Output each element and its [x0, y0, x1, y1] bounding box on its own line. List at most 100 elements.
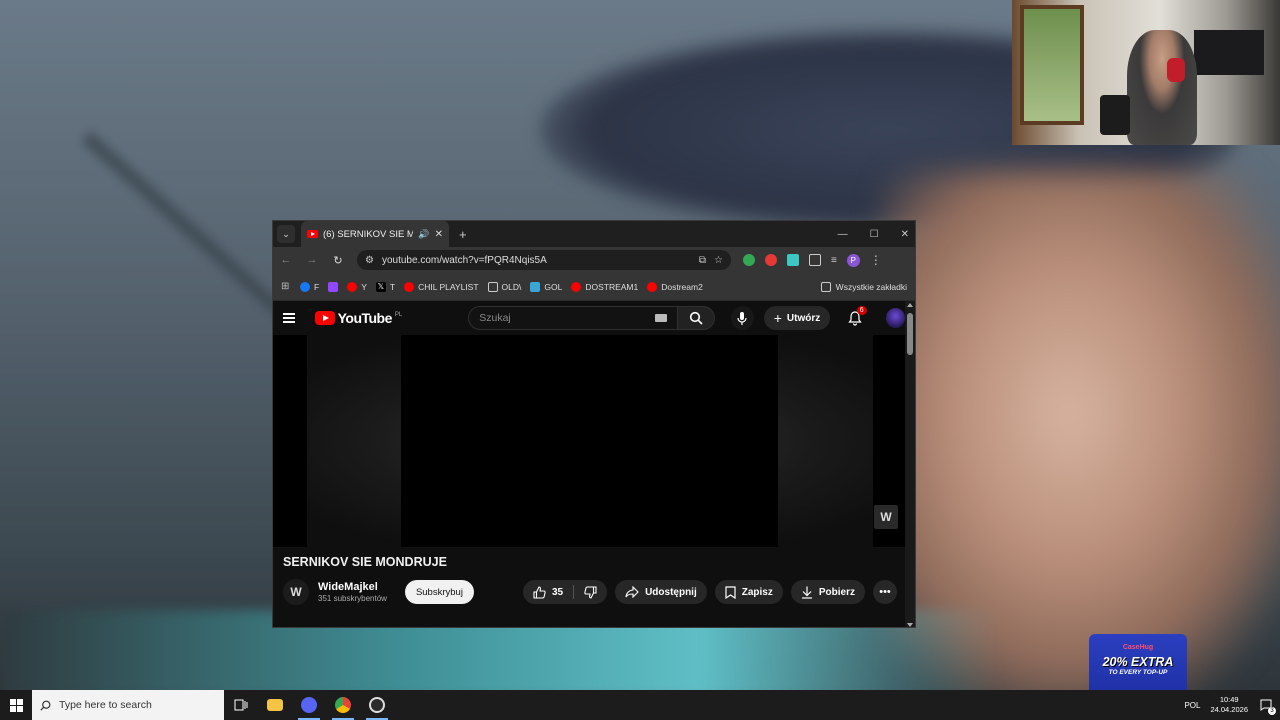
download-button[interactable]: Pobierz [790, 580, 865, 604]
ad-brand: CaseHug [1122, 644, 1154, 651]
task-view-icon[interactable] [224, 690, 258, 720]
shield-extension-icon[interactable] [743, 254, 755, 266]
install-app-icon[interactable]: ⧉ [699, 255, 706, 266]
browser-tab[interactable]: (6) SERNIKOV SIE MONDRUJE 🔊 ✕ [301, 221, 449, 247]
tab-bar: ⌄ (6) SERNIKOV SIE MONDRUJE 🔊 ✕ + — ☐ ✕ [273, 221, 915, 247]
player-ambient: W [273, 335, 907, 547]
more-actions-icon[interactable]: ••• [873, 580, 897, 604]
tab-close-icon[interactable]: ✕ [435, 229, 443, 240]
clock-time: 10:49 [1219, 695, 1239, 704]
user-avatar[interactable] [885, 308, 905, 328]
player-side-left [273, 335, 307, 547]
close-window-icon[interactable]: ✕ [901, 229, 909, 240]
chrome-taskbar-icon[interactable] [326, 690, 360, 720]
action-center-icon[interactable]: 3 [1258, 697, 1276, 715]
address-bar[interactable]: ⚙ youtube.com/watch?v=fPQR4Nqis5A ⧉ ☆ [357, 250, 731, 270]
url-text[interactable]: youtube.com/watch?v=fPQR4Nqis5A [382, 255, 691, 266]
bookmark-x[interactable]: 𝕏T [375, 281, 395, 292]
puzzle-extensions-icon[interactable] [809, 254, 821, 266]
youtube-logo[interactable]: YouTube PL [314, 310, 402, 326]
channel-watermark[interactable]: W [874, 505, 898, 529]
ad-headline: 20% EXTRA [1102, 655, 1174, 669]
scroll-thumb[interactable] [907, 313, 913, 355]
all-bookmarks[interactable]: Wszystkie zakładki [820, 281, 907, 292]
page-scrollbar[interactable] [905, 301, 915, 627]
search-input[interactable]: Szukaj [468, 306, 678, 330]
reload-icon[interactable]: ↻ [331, 254, 345, 267]
bookmark-dostream2[interactable]: Dostream2 [647, 281, 703, 292]
bookmark-folder-old[interactable]: OLD\ [487, 281, 521, 292]
webcam-headset [1167, 58, 1185, 82]
scroll-up-arrow-icon[interactable] [907, 303, 913, 307]
apps-grid-icon[interactable]: ⊞ [281, 281, 291, 292]
taskbar-search-input[interactable]: Type here to search [32, 690, 224, 720]
media-control-icon[interactable]: ≡ [831, 255, 837, 266]
bookmark-twitch[interactable] [328, 281, 339, 292]
webcam-overlay [1012, 0, 1280, 145]
back-arrow-icon[interactable]: ← [279, 254, 293, 266]
like-button[interactable]: 35 [523, 580, 573, 604]
minimize-icon[interactable]: — [838, 229, 848, 240]
microphone-icon [737, 311, 747, 325]
youtube-play-icon [314, 311, 335, 325]
record-extension-icon[interactable] [765, 254, 777, 266]
obs-taskbar-icon[interactable] [360, 690, 394, 720]
bookmark-facebook[interactable]: F [300, 281, 319, 292]
save-button[interactable]: Zapisz [714, 580, 783, 604]
voice-search-button[interactable] [730, 306, 754, 330]
youtube-header: YouTube PL Szukaj + Utwórz 6 [273, 301, 915, 335]
new-tab-icon[interactable]: + [459, 227, 467, 242]
bookmark-gol[interactable]: GOL [530, 281, 562, 292]
video-meta-row: W WideMajkel 351 subskrybentów Subskrybu… [283, 577, 897, 607]
notification-badge: 6 [856, 306, 867, 315]
youtube-icon [571, 281, 582, 292]
bookmark-icon [725, 585, 736, 599]
video-actions: 35 Udostępnij Zapisz Pobierz ••• [522, 580, 897, 604]
search-button[interactable] [677, 306, 715, 330]
channel-avatar[interactable]: W [283, 579, 309, 605]
discord-taskbar-icon[interactable] [292, 690, 326, 720]
bookmarks-bar: ⊞ F Y 𝕏T CHIL PLAYLIST OLD\ GOL DOSTREAM… [273, 273, 915, 301]
share-icon [625, 586, 639, 598]
system-tray: POL 10:49 24.04.2026 3 [1184, 695, 1280, 715]
video-player[interactable] [401, 335, 778, 547]
bookmark-youtube[interactable]: Y [347, 281, 367, 292]
hamburger-menu-icon[interactable] [283, 313, 295, 323]
site-info-icon[interactable]: ⚙ [365, 255, 374, 266]
ad-subline: TO EVERY TOP-UP [1108, 669, 1168, 676]
share-button[interactable]: Udostępnij [615, 580, 707, 604]
channel-name[interactable]: WideMajkel [318, 581, 387, 593]
windows-taskbar: Type here to search POL 10:49 24.04.2026… [0, 690, 1280, 720]
plus-icon: + [773, 310, 782, 326]
language-indicator[interactable]: POL [1184, 701, 1200, 710]
keyboard-icon[interactable] [654, 314, 667, 322]
window-controls: — ☐ ✕ [838, 221, 909, 247]
twitch-icon [328, 281, 339, 292]
profile-avatar[interactable]: P [846, 253, 860, 267]
search-icon [40, 700, 51, 711]
youtube-page: YouTube PL Szukaj + Utwórz 6 W SERNIKOV … [273, 301, 915, 627]
bookmark-chil-playlist[interactable]: CHIL PLAYLIST [404, 281, 479, 292]
translate-extension-icon[interactable] [787, 254, 799, 266]
start-button[interactable] [0, 690, 32, 720]
notifications-button[interactable]: 6 [846, 306, 867, 327]
bookmark-star-icon[interactable]: ☆ [714, 255, 723, 266]
gol-icon [530, 281, 541, 292]
address-bar-row: ← → ↻ ⚙ youtube.com/watch?v=fPQR4Nqis5A … [273, 247, 915, 273]
channel-info: WideMajkel 351 subskrybentów [318, 581, 387, 603]
tab-search-menu-icon[interactable]: ⌄ [277, 225, 295, 243]
subscribe-button[interactable]: Subskrybuj [404, 580, 474, 604]
scroll-down-arrow-icon[interactable] [907, 623, 913, 627]
tab-title: (6) SERNIKOV SIE MONDRUJE [323, 228, 413, 240]
bookmark-dostream1[interactable]: DOSTREAM1 [571, 281, 638, 292]
webcam-microphone [1100, 95, 1130, 135]
file-explorer-icon[interactable] [258, 690, 292, 720]
maximize-icon[interactable]: ☐ [870, 229, 879, 240]
clock[interactable]: 10:49 24.04.2026 [1210, 695, 1248, 715]
create-button[interactable]: + Utwórz [763, 306, 831, 330]
dislike-button[interactable] [574, 580, 607, 604]
speaker-icon[interactable]: 🔊 [418, 229, 429, 240]
browser-menu-icon[interactable]: ⋮ [870, 253, 882, 267]
forward-arrow-icon[interactable]: → [305, 254, 319, 266]
subscriber-count: 351 subskrybentów [318, 594, 387, 603]
